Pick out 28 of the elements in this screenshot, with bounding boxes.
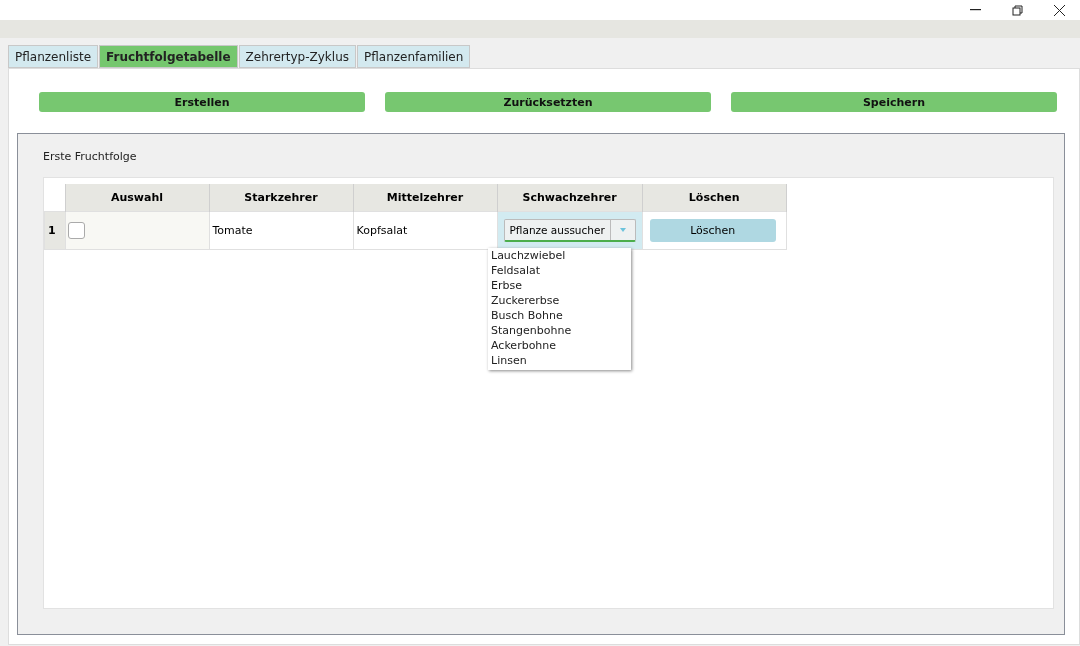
table-cell: Kopfsalat bbox=[353, 211, 497, 250]
dropdown-option[interactable]: Busch Bohne bbox=[491, 308, 631, 323]
action-button[interactable]: Erstellen bbox=[39, 92, 365, 112]
tab[interactable]: Zehrertyp-Zyklus bbox=[238, 45, 356, 68]
column-header: Starkzehrer bbox=[209, 184, 353, 212]
action-button[interactable]: Speichern bbox=[731, 92, 1057, 112]
caret-icon bbox=[619, 228, 626, 232]
tab[interactable]: Pflanzenliste bbox=[8, 45, 99, 68]
dropdown-option[interactable]: Lauchzwiebel bbox=[491, 248, 631, 263]
table-cell: Tomate bbox=[209, 211, 353, 250]
group-title: Erste Fruchtfolge bbox=[43, 150, 137, 163]
dropdown-option[interactable]: Feldsalat bbox=[491, 263, 631, 278]
checkbox[interactable] bbox=[67, 222, 85, 239]
dropdown-option[interactable]: Linsen bbox=[491, 353, 631, 368]
delete-button[interactable]: Löschen bbox=[649, 219, 776, 242]
column-header: Auswahl bbox=[65, 184, 209, 212]
plant-dropdown[interactable]: Pflanze aussucher bbox=[503, 219, 636, 242]
dropdown-option[interactable]: Stangenbohne bbox=[491, 323, 631, 338]
column-header: Löschen bbox=[642, 184, 787, 212]
dropdown-option[interactable]: Zuckererbse bbox=[491, 293, 631, 308]
row-number: 1 bbox=[44, 211, 65, 250]
tab[interactable]: Fruchtfolgetabelle bbox=[99, 45, 238, 68]
column-header: Schwachzehrer bbox=[497, 184, 643, 212]
action-button[interactable]: Zurücksetzten bbox=[385, 92, 711, 112]
dropdown-option[interactable]: Erbse bbox=[491, 278, 631, 293]
tab[interactable]: Pflanzenfamilien bbox=[357, 45, 471, 68]
column-header: Mittelzehrer bbox=[353, 184, 497, 212]
dropdown-option[interactable]: Ackerbohne bbox=[491, 338, 631, 353]
